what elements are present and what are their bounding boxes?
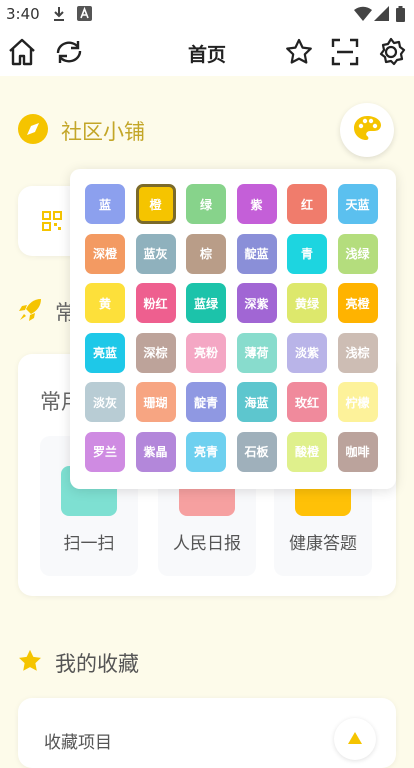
rocket-icon xyxy=(17,297,43,327)
scan-icon[interactable] xyxy=(329,36,361,68)
theme-swatch[interactable]: 咖啡 xyxy=(337,431,378,472)
favorites-section-title: 我的收藏 xyxy=(55,652,139,676)
theme-swatch[interactable]: 石板 xyxy=(236,431,277,472)
app-a-icon xyxy=(77,6,92,25)
theme-swatch[interactable]: 浅棕 xyxy=(337,332,378,373)
theme-swatch[interactable]: 紫晶 xyxy=(135,431,176,472)
theme-swatch[interactable]: 靛蓝 xyxy=(236,233,277,274)
tile-health-quiz-label: 健康答题 xyxy=(289,534,357,554)
download-icon xyxy=(52,6,66,26)
favorites-card[interactable]: 收藏项目 xyxy=(18,698,396,768)
theme-swatch[interactable]: 柠檬 xyxy=(337,382,378,422)
theme-swatch[interactable]: 粉红 xyxy=(135,283,176,323)
theme-swatch[interactable]: 淡紫 xyxy=(287,332,327,373)
theme-swatch[interactable]: 亮粉 xyxy=(186,332,226,373)
tile-scan-label: 扫一扫 xyxy=(63,534,115,554)
theme-swatch[interactable]: 棕 xyxy=(186,233,226,274)
favorites-action-button[interactable] xyxy=(334,718,376,760)
page-content: 社区小铺 常 常用 扫一扫 人民日报 健康答题 我的收藏 收藏项目 蓝 橙 绿 … xyxy=(0,76,414,768)
favorites-section-header: 我的收藏 xyxy=(17,648,139,678)
theme-swatch[interactable]: 深橙 xyxy=(85,233,125,274)
theme-swatch[interactable]: 浅绿 xyxy=(337,233,378,274)
status-time: 3:40 xyxy=(6,5,40,23)
battery-icon xyxy=(396,6,405,26)
app-bar: 首页 xyxy=(0,28,414,76)
theme-swatch[interactable]: 蓝 xyxy=(85,184,125,224)
favorite-star-icon xyxy=(17,648,43,678)
theme-swatch[interactable]: 蓝绿 xyxy=(186,283,226,323)
qr-code-icon xyxy=(42,211,62,235)
theme-swatch[interactable]: 深紫 xyxy=(236,283,277,323)
theme-swatch[interactable]: 橙 xyxy=(135,184,176,224)
theme-swatch[interactable]: 紫 xyxy=(236,184,277,224)
status-bar: 3:40 xyxy=(0,0,414,28)
theme-palette-button[interactable] xyxy=(340,103,394,157)
theme-swatch[interactable]: 淡灰 xyxy=(85,382,125,422)
theme-swatch[interactable]: 深棕 xyxy=(135,332,176,373)
signal-icon xyxy=(374,6,390,25)
theme-swatch[interactable]: 青 xyxy=(287,233,327,274)
theme-swatch[interactable]: 黄 xyxy=(85,283,125,323)
shop-section-title: 社区小铺 xyxy=(61,120,145,144)
theme-swatch[interactable]: 亮蓝 xyxy=(85,332,125,373)
palette-icon xyxy=(352,114,382,146)
theme-swatch[interactable]: 靛青 xyxy=(186,382,226,422)
theme-swatch[interactable]: 罗兰 xyxy=(85,431,125,472)
theme-swatch[interactable]: 黄绿 xyxy=(287,283,327,323)
shop-section-header[interactable]: 社区小铺 xyxy=(17,113,145,149)
theme-swatch[interactable]: 海蓝 xyxy=(236,382,277,422)
theme-swatch[interactable]: 亮橙 xyxy=(337,283,378,323)
theme-swatch[interactable]: 绿 xyxy=(186,184,226,224)
compass-icon xyxy=(17,113,49,149)
theme-swatch[interactable]: 天蓝 xyxy=(337,184,378,224)
tile-peoples-daily-label: 人民日报 xyxy=(173,534,241,554)
theme-swatch[interactable]: 玫红 xyxy=(287,382,327,422)
theme-swatch[interactable]: 亮青 xyxy=(186,431,226,472)
theme-swatch[interactable]: 酸橙 xyxy=(287,431,327,472)
wifi-icon xyxy=(354,6,372,25)
star-icon[interactable] xyxy=(283,36,315,68)
theme-swatch[interactable]: 薄荷 xyxy=(236,332,277,373)
favorite-item-text: 收藏项目 xyxy=(44,733,112,753)
theme-swatch[interactable]: 蓝灰 xyxy=(135,233,176,274)
settings-gear-icon[interactable] xyxy=(375,36,407,68)
theme-swatch[interactable]: 珊瑚 xyxy=(135,382,176,422)
theme-swatch[interactable]: 红 xyxy=(287,184,327,224)
common-section-header: 常 xyxy=(17,297,76,327)
theme-color-popup: 蓝橙绿紫红天蓝深橙 蓝灰棕靛蓝青浅绿黄粉红 蓝绿 深紫 黄绿 亮橙亮蓝 深棕 亮粉 薄荷 淡紫 浅棕… xyxy=(70,169,396,489)
arrow-up-icon xyxy=(348,732,362,744)
